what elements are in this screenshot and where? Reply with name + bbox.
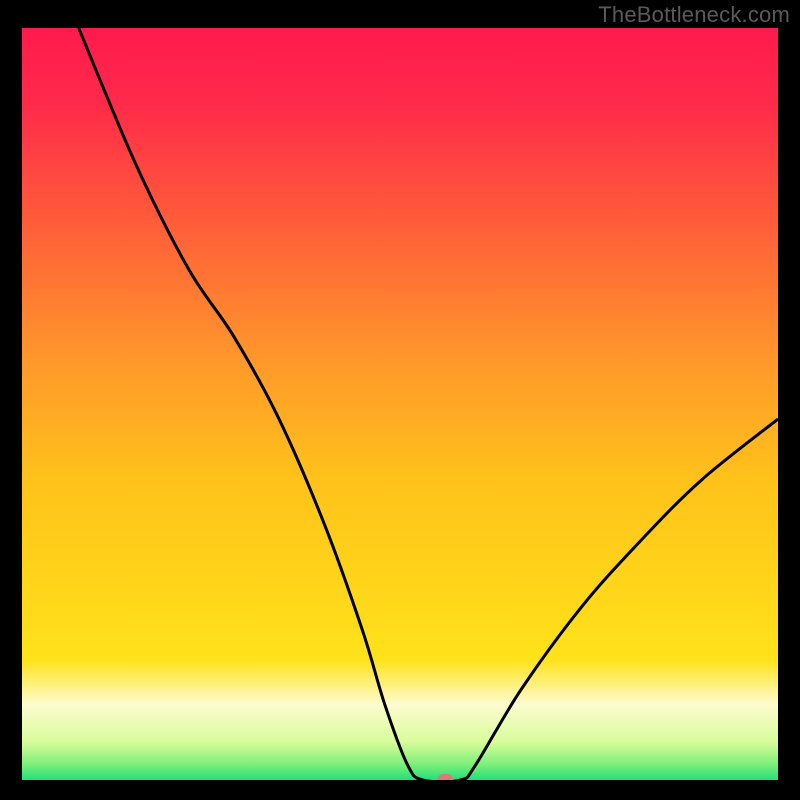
watermark: TheBottleneck.com xyxy=(598,2,790,28)
chart-frame xyxy=(22,28,778,780)
gradient-background xyxy=(22,28,778,780)
bottleneck-chart xyxy=(22,28,778,780)
